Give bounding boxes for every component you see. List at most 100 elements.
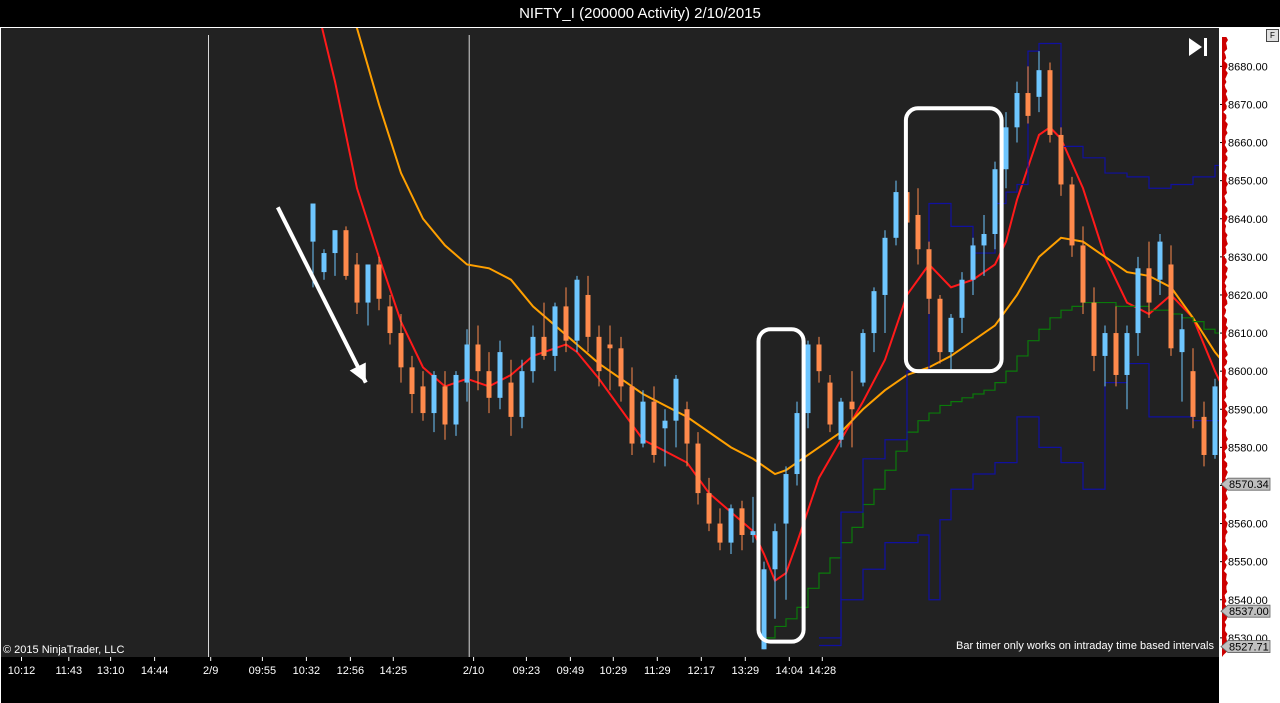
candle-body <box>1168 264 1174 349</box>
x-tick-label: 2/9 <box>203 665 218 677</box>
candle-body <box>728 508 734 543</box>
candle-body <box>1102 333 1108 356</box>
candle-body <box>530 336 536 372</box>
candle-body <box>508 382 514 417</box>
y-tick-label: 8650.00 <box>1228 176 1268 188</box>
x-tick-label: 14:25 <box>380 665 408 677</box>
x-tick-label: 11:29 <box>644 665 671 677</box>
candle-body <box>1190 371 1196 417</box>
y-tick-label: 8640.00 <box>1228 214 1268 226</box>
candle-body <box>684 409 690 444</box>
y-tick-label: 8660.00 <box>1228 138 1268 150</box>
x-tick-label: 13:10 <box>97 665 125 677</box>
candle-body <box>717 523 723 543</box>
x-tick-label: 10:12 <box>8 665 36 677</box>
candle-body <box>893 192 899 238</box>
candle-body <box>827 382 833 425</box>
candle-body <box>1058 134 1064 185</box>
candle-body <box>695 443 701 494</box>
candle-body <box>871 291 877 334</box>
x-tick-label: 09:23 <box>513 665 541 677</box>
bar-timer-message: Bar timer only works on intraday time ba… <box>956 640 1214 652</box>
candle-body <box>772 531 778 570</box>
candle-body <box>618 348 624 387</box>
candle-body <box>365 264 371 303</box>
play-next-icon[interactable] <box>1186 36 1212 58</box>
candle-body <box>310 203 316 242</box>
copyright-text: © 2015 NinjaTrader, LLC <box>3 644 125 656</box>
candle-body <box>321 253 327 273</box>
x-tick-label: 14:04 <box>776 665 804 677</box>
candle-body <box>398 333 404 368</box>
x-tick-label: 09:49 <box>557 665 585 677</box>
candle-body <box>651 401 657 455</box>
y-tick-label: 8670.00 <box>1228 99 1268 111</box>
chart-toolbar-f-button[interactable]: F <box>1266 29 1279 42</box>
candle-body <box>959 279 965 318</box>
candle-body <box>937 298 943 353</box>
candle-body <box>1047 70 1053 135</box>
x-tick-label: 10:29 <box>600 665 628 677</box>
candle-body <box>563 306 569 341</box>
candle-body <box>794 413 800 475</box>
y-tick-label: 8600.00 <box>1228 366 1268 378</box>
candle-body <box>1003 127 1009 170</box>
x-tick-label: 14:44 <box>141 665 169 677</box>
price-marker-label: 8570.34 <box>1229 479 1269 491</box>
candle-body <box>332 230 338 254</box>
candle-body <box>981 234 987 246</box>
candle-body <box>860 333 866 383</box>
candle-body <box>629 386 635 444</box>
candle-body <box>442 386 448 425</box>
candle-body <box>970 245 976 280</box>
candle-body <box>1025 93 1031 116</box>
candle-body <box>1212 386 1218 455</box>
candle-body <box>343 230 349 276</box>
candle-body <box>805 344 811 414</box>
candle-body <box>497 352 503 398</box>
price-marker-label: 8537.00 <box>1229 606 1269 618</box>
candle-body <box>838 401 844 440</box>
candle-body <box>420 386 426 414</box>
candle-body <box>750 531 756 535</box>
candle-body <box>1124 333 1130 375</box>
y-tick-label: 8560.00 <box>1228 519 1268 531</box>
candle-body <box>409 367 415 395</box>
candle-body <box>552 306 558 356</box>
chart-svg[interactable]: 9:2010:1211:4313:1014:442/909:5510:3212:… <box>0 27 1280 703</box>
y-tick-label: 8630.00 <box>1228 252 1268 264</box>
x-tick-label: 09:55 <box>249 665 277 677</box>
candle-body <box>607 344 613 349</box>
x-tick-label: 11:43 <box>55 665 82 677</box>
candle-body <box>585 294 591 337</box>
candle-body <box>1113 333 1119 375</box>
x-tick-label: 2/10 <box>463 665 484 677</box>
candle-body <box>915 214 921 250</box>
candle-body <box>1135 268 1141 334</box>
candle-body <box>662 420 668 429</box>
candle-body <box>464 344 470 383</box>
candle-body <box>387 306 393 334</box>
y-tick-label: 8680.00 <box>1228 61 1268 73</box>
candle-body <box>1069 184 1075 246</box>
candle-body <box>739 508 745 535</box>
candle-body <box>475 344 481 372</box>
price-marker-label: 8527.71 <box>1229 642 1269 654</box>
candle-body <box>574 279 580 341</box>
y-tick-label: 8580.00 <box>1228 442 1268 454</box>
time-axis-panel <box>1 657 1219 703</box>
candle-body <box>1091 302 1097 356</box>
x-tick-label: 14:28 <box>809 665 837 677</box>
candle-body <box>354 264 360 303</box>
candle-body <box>882 237 888 295</box>
candle-body <box>431 374 437 414</box>
x-tick-label: 10:32 <box>293 665 321 677</box>
x-tick-label: 12:17 <box>688 665 716 677</box>
candle-body <box>640 401 646 444</box>
candle-body <box>486 371 492 398</box>
candle-body <box>783 474 789 524</box>
candle-body <box>926 249 932 299</box>
candle-body <box>376 264 382 299</box>
candle-body <box>1157 241 1163 280</box>
y-tick-label: 8590.00 <box>1228 404 1268 416</box>
